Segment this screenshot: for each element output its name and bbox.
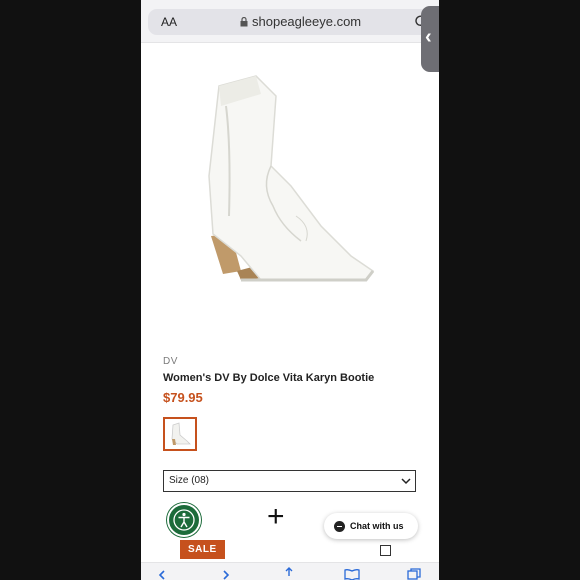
forward-arrow-icon[interactable] [221, 570, 231, 580]
swatch-boot-thumbnail [171, 422, 191, 445]
bookmarks-icon[interactable] [344, 568, 360, 580]
chat-button-label: Chat with us [350, 521, 404, 531]
product-price: $79.95 [163, 390, 203, 405]
sale-badge: SALE [180, 540, 225, 559]
checkbox[interactable] [380, 545, 391, 556]
chat-icon [334, 520, 345, 532]
browser-bottom-toolbar [141, 562, 439, 580]
chevron-left-icon: ‹ [425, 26, 432, 48]
lock-icon [240, 16, 248, 26]
size-select[interactable]: Size (08) [163, 470, 416, 492]
product-title: Women's DV By Dolce Vita Karyn Bootie [163, 372, 375, 384]
chat-button[interactable]: Chat with us [324, 513, 418, 539]
product-image[interactable] [201, 66, 381, 296]
product-brand[interactable]: DV [163, 356, 178, 367]
phone-screen: AA shopeagleeye.com DV Women's DV By Dol… [141, 0, 439, 580]
size-select-value: Size (08) [169, 475, 210, 486]
browser-toolbar: AA shopeagleeye.com [141, 0, 439, 43]
share-icon[interactable] [283, 567, 295, 579]
chevron-down-icon [401, 478, 411, 485]
back-arrow-icon[interactable] [157, 570, 167, 580]
url-text: shopeagleeye.com [252, 14, 362, 29]
color-swatch-white[interactable] [163, 417, 197, 451]
accessibility-icon [173, 509, 195, 531]
plus-icon[interactable]: + [267, 502, 285, 532]
side-panel-tab[interactable]: ‹ [421, 6, 439, 72]
tabs-icon[interactable] [407, 568, 421, 580]
url-display[interactable]: shopeagleeye.com [240, 14, 361, 29]
accessibility-button[interactable] [167, 503, 201, 537]
address-bar[interactable]: AA shopeagleeye.com [148, 9, 432, 35]
text-size-button[interactable]: AA [161, 15, 177, 29]
